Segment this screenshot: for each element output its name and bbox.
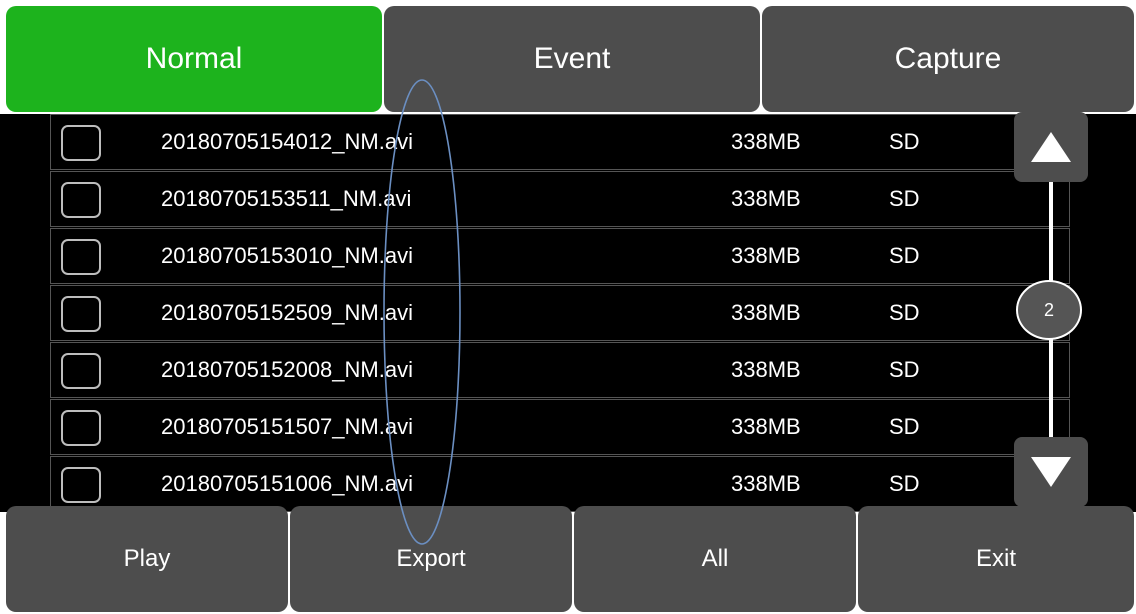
- file-size: 338MB: [731, 357, 801, 382]
- file-name: 20180705151006_NM.avi: [161, 471, 413, 496]
- tab-event-label: Event: [533, 42, 611, 75]
- file-checkbox[interactable]: [61, 239, 101, 275]
- file-checkbox[interactable]: [61, 125, 101, 161]
- file-name: 20180705154012_NM.avi: [161, 129, 413, 154]
- file-name: 20180705152509_NM.avi: [161, 300, 413, 325]
- file-size: 338MB: [731, 186, 801, 211]
- file-row[interactable]: 20180705153010_NM.avi 338MB SD: [50, 228, 1070, 284]
- exit-button[interactable]: Exit: [858, 506, 1134, 612]
- file-source: SD: [889, 300, 920, 325]
- file-size: 338MB: [731, 243, 801, 268]
- tab-normal[interactable]: Normal: [6, 6, 382, 112]
- triangle-up-icon: [1031, 132, 1071, 162]
- file-row[interactable]: 20180705153511_NM.avi 338MB SD: [50, 171, 1070, 227]
- export-button[interactable]: Export: [290, 506, 572, 612]
- file-size: 338MB: [731, 471, 801, 496]
- tab-capture[interactable]: Capture: [762, 6, 1134, 112]
- select-all-button-label: All: [701, 545, 729, 572]
- scroll-up-button[interactable]: [1014, 112, 1088, 182]
- file-browser-screen: Normal Event Capture 20180705154012_NM.a…: [0, 0, 1136, 614]
- file-checkbox[interactable]: [61, 296, 101, 332]
- select-all-button[interactable]: All: [574, 506, 856, 612]
- file-list: 20180705154012_NM.avi 338MB SD 201807051…: [0, 114, 1136, 512]
- page-number: 2: [1043, 299, 1054, 320]
- file-row[interactable]: 20180705154012_NM.avi 338MB SD: [50, 114, 1070, 170]
- file-checkbox[interactable]: [61, 467, 101, 503]
- file-row[interactable]: 20180705151507_NM.avi 338MB SD: [50, 399, 1070, 455]
- triangle-down-icon: [1031, 457, 1071, 487]
- file-row[interactable]: 20180705152008_NM.avi 338MB SD: [50, 342, 1070, 398]
- tab-event[interactable]: Event: [384, 6, 760, 112]
- file-size: 338MB: [731, 414, 801, 439]
- file-size: 338MB: [731, 129, 801, 154]
- file-row[interactable]: 20180705152509_NM.avi 338MB SD: [50, 285, 1070, 341]
- file-row[interactable]: 20180705151006_NM.avi 338MB SD: [50, 456, 1070, 512]
- file-source: SD: [889, 414, 920, 439]
- file-source: SD: [889, 471, 920, 496]
- file-source: SD: [889, 357, 920, 382]
- file-size: 338MB: [731, 300, 801, 325]
- scrollbar-thumb-page-indicator[interactable]: 2: [1016, 280, 1082, 340]
- file-name: 20180705152008_NM.avi: [161, 357, 413, 382]
- file-source: SD: [889, 243, 920, 268]
- file-name: 20180705153010_NM.avi: [161, 243, 413, 268]
- file-checkbox[interactable]: [61, 353, 101, 389]
- file-checkbox[interactable]: [61, 182, 101, 218]
- export-button-label: Export: [396, 545, 466, 572]
- tab-normal-label: Normal: [145, 42, 243, 75]
- play-button-label: Play: [123, 545, 171, 572]
- file-checkbox[interactable]: [61, 410, 101, 446]
- scroll-down-button[interactable]: [1014, 437, 1088, 507]
- file-name: 20180705153511_NM.avi: [161, 186, 412, 211]
- tab-capture-label: Capture: [894, 42, 1002, 75]
- file-name: 20180705151507_NM.avi: [161, 414, 413, 439]
- exit-button-label: Exit: [975, 545, 1016, 572]
- play-button[interactable]: Play: [6, 506, 288, 612]
- file-source: SD: [889, 186, 920, 211]
- file-source: SD: [889, 129, 920, 154]
